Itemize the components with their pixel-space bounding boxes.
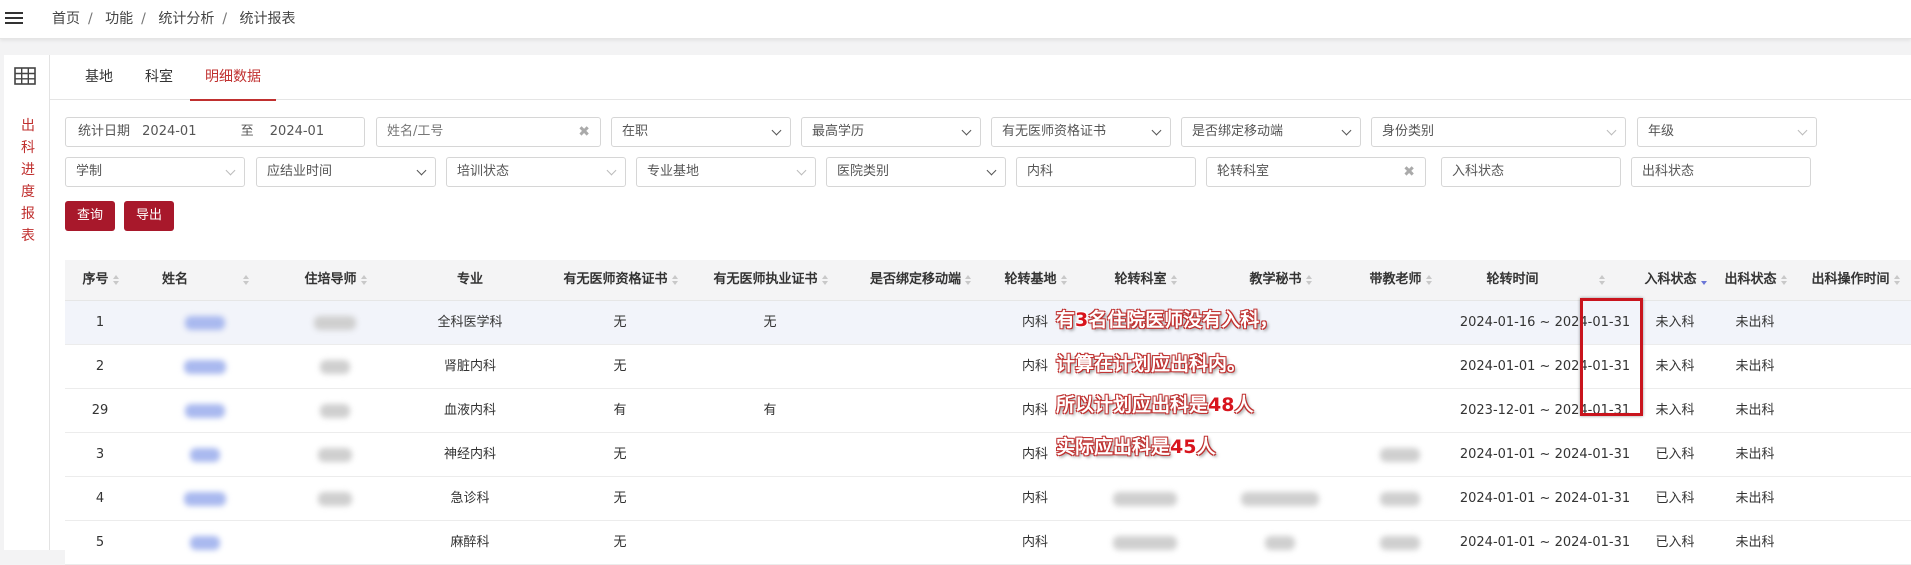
col-practice-cert[interactable]: 有无医师执业证书 bbox=[695, 260, 845, 300]
col-seq[interactable]: 序号 bbox=[65, 260, 135, 300]
table-header: 序号 姓名 住培导师 专业 有无医师资格证书 有无医师执业证书 是否绑定移动端 … bbox=[65, 260, 1911, 301]
col-entry-status[interactable]: 入科状态 bbox=[1635, 260, 1715, 300]
breadcrumb-home[interactable]: 首页 bbox=[52, 11, 80, 27]
col-teacher[interactable]: 带教老师 bbox=[1345, 260, 1455, 300]
breadcrumb-statistics[interactable]: 统计分析 bbox=[158, 11, 214, 27]
name-cell[interactable] bbox=[135, 389, 275, 432]
col-name[interactable]: 姓名 bbox=[135, 260, 275, 300]
col-mentor[interactable]: 住培导师 bbox=[275, 260, 395, 300]
table-row[interactable]: 5 麻醉科 无 内科 2024-01-01 ~ 2024-01-31 已入科 未… bbox=[65, 521, 1911, 565]
department-field[interactable]: 内科 bbox=[1016, 157, 1196, 187]
highlight-box bbox=[1580, 298, 1643, 416]
grade-select[interactable]: 年级 bbox=[1637, 117, 1817, 147]
col-major[interactable]: 专业 bbox=[395, 260, 545, 300]
exit-status-field[interactable]: 出科状态 bbox=[1631, 157, 1811, 187]
name-cell[interactable] bbox=[135, 301, 275, 344]
breadcrumb-report: 统计报表 bbox=[239, 11, 296, 27]
export-button[interactable]: 导出 bbox=[124, 201, 175, 231]
top-bar: 首页 / 功能 / 统计分析 / 统计报表 bbox=[0, 0, 1911, 39]
rotation-dept-cell bbox=[1075, 477, 1215, 520]
menu-icon[interactable] bbox=[5, 9, 23, 29]
side-panel: 出科进度报表 bbox=[4, 55, 50, 550]
graduation-time-select[interactable]: 应结业时间 bbox=[256, 157, 436, 187]
col-rotation-dept[interactable]: 轮转科室 bbox=[1075, 260, 1215, 300]
chevron-down-icon bbox=[1341, 125, 1352, 136]
teacher-cell bbox=[1345, 433, 1455, 476]
chevron-down-icon bbox=[1606, 125, 1617, 136]
annotation-line-2: 计算在计划应出科内。 bbox=[1056, 353, 1247, 375]
chevron-down-icon bbox=[1151, 125, 1162, 136]
rotation-dept-field[interactable]: 轮转科室 ✖ bbox=[1206, 157, 1426, 187]
mentor-cell bbox=[275, 477, 395, 520]
col-qual-cert[interactable]: 有无医师资格证书 bbox=[545, 260, 695, 300]
chevron-down-icon bbox=[986, 165, 997, 176]
query-button[interactable]: 查询 bbox=[65, 201, 116, 231]
annotation-line-3: 所以计划应出科是48人 bbox=[1056, 394, 1254, 416]
mobile-bind-select[interactable]: 是否绑定移动端 bbox=[1181, 117, 1361, 147]
chevron-down-icon bbox=[225, 165, 236, 176]
name-cell[interactable] bbox=[135, 477, 275, 520]
chevron-down-icon bbox=[961, 125, 972, 136]
annotation-line-4: 实际应出科是45人 bbox=[1056, 436, 1216, 458]
date-label: 统计日期 bbox=[78, 124, 131, 139]
clear-icon[interactable]: ✖ bbox=[1403, 158, 1415, 186]
col-mobile-bind[interactable]: 是否绑定移动端 bbox=[845, 260, 995, 300]
entry-status-field[interactable]: 入科状态 bbox=[1441, 157, 1621, 187]
date-to-label: 至 bbox=[240, 124, 254, 139]
report-title: 出科进度报表 bbox=[21, 118, 35, 244]
teacher-cell bbox=[1345, 477, 1455, 520]
table-icon[interactable] bbox=[14, 67, 36, 85]
chevron-down-icon bbox=[416, 165, 427, 176]
col-base[interactable]: 轮转基地 bbox=[995, 260, 1075, 300]
col-exit-op-time[interactable]: 出科操作时间 bbox=[1795, 260, 1911, 300]
name-cell[interactable] bbox=[135, 345, 275, 388]
annotation-line-1: 有3名住院医师没有入科， bbox=[1056, 309, 1279, 331]
tab-department[interactable]: 科室 bbox=[145, 65, 173, 99]
tab-detail-data[interactable]: 明细数据 bbox=[190, 65, 276, 101]
chevron-down-icon bbox=[606, 165, 617, 176]
table-row[interactable]: 4 急诊科 无 内科 2024-01-01 ~ 2024-01-31 已入科 未… bbox=[65, 477, 1911, 521]
hospital-type-select[interactable]: 医院类别 bbox=[826, 157, 1006, 187]
clear-icon[interactable]: ✖ bbox=[578, 118, 590, 146]
col-rotation-time[interactable]: 轮转时间 bbox=[1455, 260, 1635, 300]
schooling-select[interactable]: 学制 bbox=[65, 157, 245, 187]
secretary-cell bbox=[1215, 521, 1345, 564]
mentor-cell bbox=[275, 345, 395, 388]
training-status-select[interactable]: 培训状态 bbox=[446, 157, 626, 187]
education-select[interactable]: 最高学历 bbox=[801, 117, 981, 147]
mentor-cell bbox=[275, 389, 395, 432]
rotation-dept-cell bbox=[1075, 521, 1215, 564]
breadcrumb-function[interactable]: 功能 bbox=[105, 11, 133, 27]
name-cell[interactable] bbox=[135, 521, 275, 564]
tab-base[interactable]: 基地 bbox=[85, 65, 113, 99]
col-exit-status[interactable]: 出科状态 bbox=[1715, 260, 1795, 300]
chevron-down-icon bbox=[771, 125, 782, 136]
table-row[interactable]: 3 神经内科 无 内科 2024-01-01 ~ 2024-01-31 已入科 … bbox=[65, 433, 1911, 477]
col-secretary[interactable]: 教学秘书 bbox=[1215, 260, 1345, 300]
name-search-input[interactable]: 姓名/工号 ✖ bbox=[376, 117, 601, 147]
tab-bar: 基地 科室 明细数据 bbox=[50, 55, 1911, 101]
chevron-down-icon bbox=[1797, 125, 1808, 136]
chevron-down-icon bbox=[796, 165, 807, 176]
physician-cert-select[interactable]: 有无医师资格证书 bbox=[991, 117, 1171, 147]
date-from[interactable]: 2024-01 bbox=[142, 124, 196, 139]
teacher-cell bbox=[1345, 521, 1455, 564]
mentor-cell bbox=[275, 433, 395, 476]
secretary-cell bbox=[1215, 477, 1345, 520]
breadcrumb: 首页 / 功能 / 统计分析 / 统计报表 bbox=[52, 11, 296, 27]
status-select[interactable]: 在职 bbox=[611, 117, 791, 147]
specialty-base-select[interactable]: 专业基地 bbox=[636, 157, 816, 187]
mentor-cell bbox=[275, 301, 395, 344]
date-to[interactable]: 2024-01 bbox=[270, 124, 324, 139]
identity-select[interactable]: 身份类别 bbox=[1371, 117, 1626, 147]
name-cell[interactable] bbox=[135, 433, 275, 476]
date-range-field[interactable]: 统计日期 2024-01 至 2024-01 bbox=[65, 117, 365, 147]
